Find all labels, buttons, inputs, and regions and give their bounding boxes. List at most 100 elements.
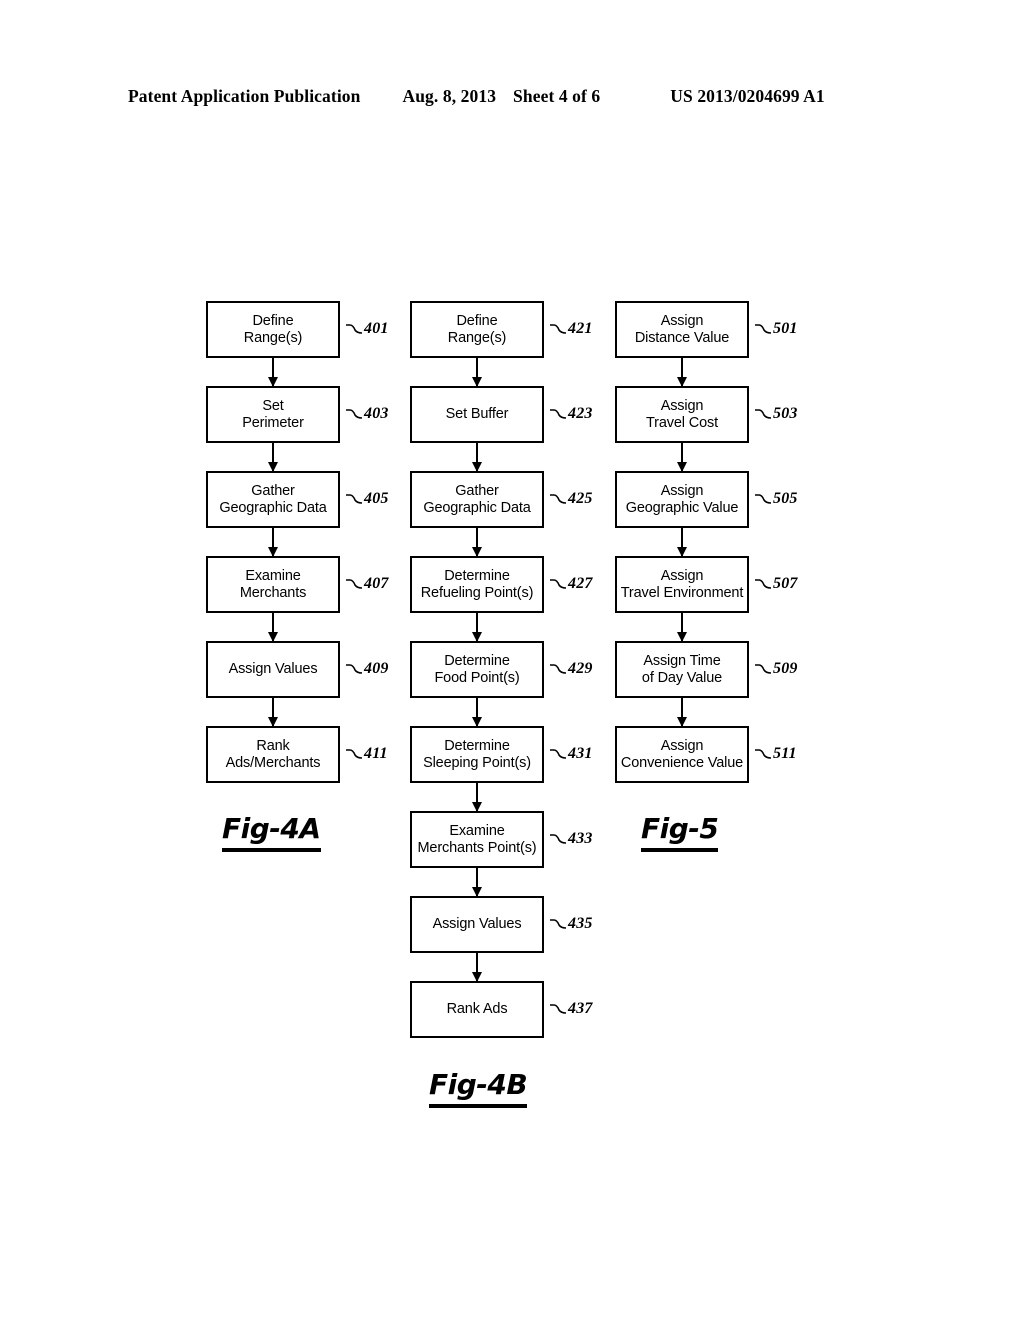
flowchart-step: Assign Travel Cost 503 — [615, 386, 797, 472]
flowchart-step: Rank Ads/Merchants 411 — [206, 726, 388, 783]
flowchart-step-box: Define Range(s) — [410, 301, 544, 358]
reference-numeral: 509 — [755, 658, 798, 680]
flowchart-step: Assign Geographic Value 505 — [615, 471, 797, 557]
flowchart-step-label: Assign Travel Cost — [646, 398, 718, 431]
leader-tilde-icon — [755, 579, 771, 589]
reference-numeral-text: 509 — [773, 660, 798, 677]
reference-numeral: 437 — [550, 998, 593, 1020]
flowchart-step: Determine Sleeping Point(s) 431 — [410, 726, 592, 812]
flowchart-step-box: Determine Sleeping Point(s) — [410, 726, 544, 783]
flowchart-step-label: Assign Values — [228, 661, 318, 678]
flowchart-step-box: Set Buffer — [410, 386, 544, 443]
flowchart-step: Assign Travel Environment 507 — [615, 556, 797, 642]
leader-tilde-icon — [755, 324, 771, 334]
leader-tilde-icon — [550, 494, 566, 504]
leader-tilde-icon — [346, 579, 362, 589]
reference-numeral-text: 421 — [568, 320, 593, 337]
flowchart-arrow-icon — [677, 443, 687, 472]
reference-numeral-text: 427 — [568, 575, 593, 592]
flowchart-arrow-icon — [677, 698, 687, 727]
flowchart-arrow-icon — [677, 613, 687, 642]
flowchart-step: Gather Geographic Data 425 — [410, 471, 592, 557]
leader-tilde-icon — [550, 579, 566, 589]
flowchart-step: Determine Refueling Point(s) 427 — [410, 556, 592, 642]
reference-numeral-text: 409 — [364, 660, 389, 677]
leader-tilde-icon — [755, 494, 771, 504]
leader-tilde-icon — [550, 1004, 566, 1014]
figure-4b-column: Define Range(s) 421 Set Buffer 423 Gather Geog… — [410, 301, 592, 1038]
reference-numeral-text: 429 — [568, 660, 593, 677]
flowchart-arrow-icon — [472, 698, 482, 727]
flowchart-arrow-icon — [472, 613, 482, 642]
flowchart-step-box: Assign Time of Day Value — [615, 641, 749, 698]
reference-numeral: 409 — [346, 658, 389, 680]
flowchart-step-label: Define Range(s) — [243, 313, 303, 346]
reference-numeral: 501 — [755, 318, 798, 340]
flowchart-arrow-icon — [268, 698, 278, 727]
figure-4a-column: Define Range(s) 401 Set Perimeter 403 Gather Ge… — [206, 301, 388, 783]
reference-numeral-text: 403 — [364, 405, 389, 422]
flowchart-step-label: Assign Convenience Value — [620, 738, 744, 771]
flowchart-arrow-icon — [268, 443, 278, 472]
flowchart-arrow-icon — [472, 783, 482, 812]
flowchart-step-box: Rank Ads — [410, 981, 544, 1038]
reference-numeral-text: 511 — [773, 745, 797, 762]
flowchart-step-label: Gather Geographic Data — [423, 483, 531, 516]
flowchart-step-box: Assign Convenience Value — [615, 726, 749, 783]
reference-numeral: 503 — [755, 403, 798, 425]
flowchart-arrow-icon — [472, 953, 482, 982]
flowchart-step-label: Rank Ads/Merchants — [225, 738, 321, 771]
flowchart-step-label: Set Buffer — [445, 406, 509, 423]
reference-numeral-text: 507 — [773, 575, 798, 592]
flowchart-step-box: Set Perimeter — [206, 386, 340, 443]
flowchart-step-label: Determine Refueling Point(s) — [420, 568, 534, 601]
leader-tilde-icon — [550, 749, 566, 759]
leader-tilde-icon — [755, 409, 771, 419]
flowchart-step: Determine Food Point(s) 429 — [410, 641, 592, 727]
leader-tilde-icon — [755, 664, 771, 674]
reference-numeral: 435 — [550, 913, 593, 935]
reference-numeral-text: 425 — [568, 490, 593, 507]
reference-numeral-text: 501 — [773, 320, 798, 337]
reference-numeral: 431 — [550, 743, 593, 765]
flowchart-step-label: Rank Ads — [446, 1001, 508, 1018]
reference-numeral-text: 431 — [568, 745, 593, 762]
flowchart-step-box: Determine Food Point(s) — [410, 641, 544, 698]
leader-tilde-icon — [550, 324, 566, 334]
reference-numeral-text: 405 — [364, 490, 389, 507]
flowchart-step: Assign Values 409 — [206, 641, 388, 727]
reference-numeral: 401 — [346, 318, 389, 340]
reference-numeral: 433 — [550, 828, 593, 850]
figure-caption-5: Fig-5 — [641, 812, 719, 852]
flowchart-step: Define Range(s) 401 — [206, 301, 388, 387]
flowchart-step-label: Examine Merchants Point(s) — [417, 823, 537, 856]
leader-tilde-icon — [346, 494, 362, 504]
flowchart-step-box: Gather Geographic Data — [206, 471, 340, 528]
flowchart-step-label: Assign Values — [432, 916, 522, 933]
flowchart-step-label: Define Range(s) — [447, 313, 507, 346]
flowchart-step: Assign Time of Day Value 509 — [615, 641, 797, 727]
flowchart-step-box: Assign Distance Value — [615, 301, 749, 358]
reference-numeral: 427 — [550, 573, 593, 595]
flowchart-step: Examine Merchants 407 — [206, 556, 388, 642]
flowchart-step-box: Assign Geographic Value — [615, 471, 749, 528]
reference-numeral: 425 — [550, 488, 593, 510]
flowchart-arrow-icon — [472, 528, 482, 557]
flowchart-arrow-icon — [472, 443, 482, 472]
flowchart-arrow-icon — [268, 613, 278, 642]
reference-numeral: 403 — [346, 403, 389, 425]
flowchart-step-label: Assign Travel Environment — [620, 568, 744, 601]
flowchart-step-box: Assign Values — [410, 896, 544, 953]
flowchart-step: Gather Geographic Data 405 — [206, 471, 388, 557]
reference-numeral-text: 437 — [568, 1000, 593, 1017]
flowchart-step-box: Assign Travel Environment — [615, 556, 749, 613]
reference-numeral-text: 423 — [568, 405, 593, 422]
flowchart-step-box: Gather Geographic Data — [410, 471, 544, 528]
reference-numeral-text: 401 — [364, 320, 389, 337]
leader-tilde-icon — [346, 409, 362, 419]
flowchart-arrow-icon — [268, 358, 278, 387]
figure-5-column: Assign Distance Value 501 Assign Travel Cost… — [615, 301, 797, 783]
flowchart-step: Define Range(s) 421 — [410, 301, 592, 387]
reference-numeral: 405 — [346, 488, 389, 510]
flowchart-step-box: Assign Travel Cost — [615, 386, 749, 443]
